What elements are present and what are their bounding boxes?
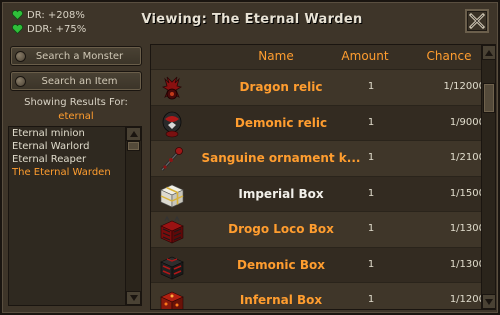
scroll-up-button[interactable]	[482, 45, 495, 60]
table-row: Infernal Box 1 1/1200	[151, 282, 485, 309]
item-name: Demonic Box	[237, 257, 325, 272]
drogo-loco-box-icon	[160, 215, 184, 244]
item-name: Imperial Box	[238, 186, 324, 201]
item-amount: 1	[367, 187, 375, 199]
item-name: Demonic relic	[234, 115, 328, 130]
search-query: eternal	[58, 111, 94, 122]
infernal-box-icon	[160, 291, 184, 309]
list-item-selected[interactable]: The Eternal Warden	[9, 166, 141, 179]
search-item-button[interactable]: Search an Item	[10, 71, 142, 91]
table-row: Sanguine ornament k... 1 1/2100	[151, 140, 485, 176]
drop-table: Name Amount Chance Dragon relic 1 1/1200…	[150, 44, 496, 310]
table-body: Dragon relic 1 1/12000 Demonic relic 1 1…	[151, 69, 485, 309]
item-name: Infernal Box	[239, 293, 323, 307]
list-item[interactable]: Eternal minion	[9, 127, 141, 140]
list-item[interactable]: Eternal Warlord	[9, 140, 141, 153]
item-chance: 1/1300	[449, 258, 485, 270]
arrow-down-icon	[485, 298, 493, 305]
item-name: Dragon relic	[239, 80, 323, 94]
item-amount: 1	[367, 81, 375, 92]
results-label: Showing Results For:	[24, 97, 128, 108]
results-scrollbar[interactable]	[125, 127, 141, 305]
scroll-thumb[interactable]	[127, 141, 140, 151]
demonic-relic-icon	[162, 111, 182, 137]
drop-viewer-window: DR: +208% DDR: +75% Viewing: The Eternal…	[0, 0, 500, 315]
item-chance: 1/1500	[449, 187, 485, 199]
table-row: Dragon relic 1 1/12000	[151, 69, 485, 105]
search-monster-label: Search a Monster	[35, 50, 124, 62]
item-amount: 1	[367, 223, 375, 234]
column-header-name: Name	[258, 49, 294, 63]
radio-knob-icon	[15, 50, 26, 62]
table-row: Demonic relic 1 1/9000	[151, 104, 485, 140]
table-row: Demonic Box 1 1/1300	[151, 246, 485, 282]
results-list: Eternal minion Eternal Warlord Eternal R…	[8, 126, 142, 306]
item-name: Sanguine ornament k...	[201, 151, 361, 165]
imperial-box-icon	[160, 184, 184, 207]
search-monster-button[interactable]: Search a Monster	[10, 46, 142, 66]
table-row: Drogo Loco Box 1 1/1300	[151, 211, 485, 247]
table-scrollbar[interactable]	[481, 45, 495, 309]
arrow-up-icon	[485, 49, 493, 56]
item-amount: 1	[367, 258, 375, 270]
column-header-chance: Chance	[426, 49, 472, 63]
window-title: Viewing: The Eternal Warden	[141, 12, 363, 27]
item-amount: 1	[367, 294, 375, 305]
arrow-down-icon	[129, 295, 138, 301]
scroll-up-button[interactable]	[126, 127, 141, 141]
column-header-amount: Amount	[341, 49, 389, 63]
table-header: Name Amount Chance	[151, 45, 481, 69]
item-chance: 1/12000	[443, 81, 485, 92]
scroll-down-button[interactable]	[482, 294, 495, 309]
close-button[interactable]	[465, 9, 489, 33]
item-name: Drogo Loco Box	[228, 222, 334, 236]
item-amount: 1	[367, 152, 375, 163]
item-chance: 1/1200	[449, 294, 485, 305]
scroll-thumb[interactable]	[483, 83, 495, 113]
item-amount: 1	[367, 116, 375, 128]
close-icon	[469, 13, 485, 29]
search-panel: Search a Monster Search an Item Showing …	[8, 42, 144, 311]
list-item[interactable]: Eternal Reaper	[9, 153, 141, 166]
item-chance: 1/1300	[449, 223, 485, 234]
scroll-down-button[interactable]	[126, 291, 141, 305]
sanguine-ornament-kit-icon	[160, 147, 183, 172]
arrow-up-icon	[129, 131, 138, 137]
table-row: Imperial Box 1 1/1500	[151, 175, 485, 211]
dragon-relic-icon	[161, 76, 183, 100]
item-chance: 1/9000	[449, 116, 485, 128]
demonic-box-icon	[160, 256, 184, 279]
item-chance: 1/2100	[449, 152, 485, 163]
search-item-label: Search an Item	[41, 75, 118, 87]
radio-knob-icon	[15, 75, 26, 87]
